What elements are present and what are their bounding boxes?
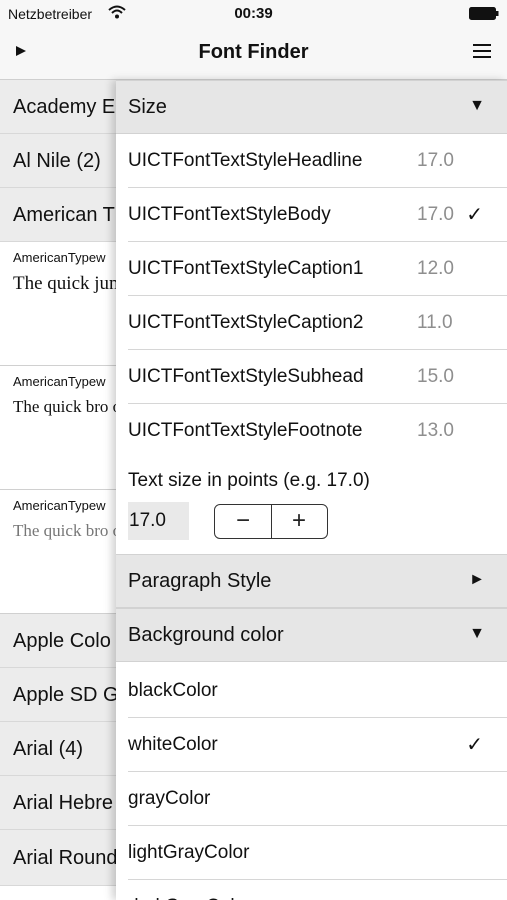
battery-icon [469, 7, 499, 20]
text-size-field[interactable]: 17.0 [128, 502, 189, 540]
size-option[interactable]: UICTFontTextStyleFootnote 13.0 [116, 404, 507, 458]
size-option[interactable]: UICTFontTextStyleBody 17.0 ✓ [116, 188, 507, 242]
size-option[interactable]: UICTFontTextStyleCaption1 12.0 [116, 242, 507, 296]
triangle-down-icon: ▼ [469, 97, 485, 114]
clock: 00:39 [234, 5, 273, 22]
menu-icon[interactable] [471, 40, 493, 64]
triangle-down-icon: ▼ [469, 625, 485, 642]
size-option-value: 11.0 [417, 312, 453, 333]
size-option-label: UICTFontTextStyleCaption1 [128, 258, 364, 279]
list-item-label: Apple SD G [13, 684, 119, 706]
list-item-label: American T [13, 204, 115, 226]
color-option[interactable]: blackColor [116, 664, 507, 718]
text-size-label: Text size in points (e.g. 17.0) [128, 470, 370, 491]
text-size-control: Text size in points (e.g. 17.0) 17.0 − + [116, 456, 507, 554]
settings-panel: Size ▼ UICTFontTextStyleHeadline 17.0 UI… [116, 80, 507, 900]
size-option-label: UICTFontTextStyleBody [128, 204, 331, 225]
color-option-label: darkGrayColor [128, 896, 252, 900]
size-option-label: UICTFontTextStyleFootnote [128, 420, 363, 441]
checkmark-icon: ✓ [466, 734, 483, 756]
list-item-label: Arial (4) [13, 738, 84, 760]
size-option[interactable]: UICTFontTextStyleCaption2 11.0 [116, 296, 507, 350]
color-option[interactable]: whiteColor ✓ [116, 718, 507, 772]
nav-bar: Font Finder [0, 28, 507, 80]
color-option-label: lightGrayColor [128, 842, 250, 863]
triangle-right-icon: ► [469, 571, 485, 588]
size-option-value: 17.0 [417, 150, 454, 171]
color-option-label: blackColor [128, 680, 218, 701]
size-option-value: 12.0 [417, 258, 454, 279]
size-option-label: UICTFontTextStyleHeadline [128, 150, 363, 171]
paragraph-section-header[interactable]: Paragraph Style ► [116, 554, 507, 608]
color-option[interactable]: grayColor [116, 772, 507, 826]
font-sample-name: AmericanTypew [13, 250, 106, 265]
checkmark-icon: ✓ [466, 204, 483, 226]
size-option-value: 13.0 [417, 420, 454, 441]
color-option-label: grayColor [128, 788, 211, 809]
decrement-button[interactable]: − [215, 505, 271, 538]
section-title: Size [128, 96, 167, 118]
list-item-label: Academy E [13, 96, 116, 118]
background-section-header[interactable]: Background color ▼ [116, 608, 507, 662]
size-option-value: 17.0 [417, 204, 454, 225]
color-option[interactable]: lightGrayColor [116, 826, 507, 880]
list-item-label: Arial Round [13, 847, 118, 869]
status-bar: Netzbetreiber 00:39 [0, 0, 507, 28]
list-item-label: Arial Hebre [13, 792, 114, 814]
list-item-label: Al Nile (2) [13, 150, 101, 172]
size-option[interactable]: UICTFontTextStyleHeadline 17.0 [116, 134, 507, 188]
font-sample-name: AmericanTypew [13, 498, 106, 513]
section-title: Background color [128, 624, 284, 646]
section-title: Paragraph Style [128, 570, 272, 592]
size-section-header[interactable]: Size ▼ [116, 80, 507, 134]
size-option[interactable]: UICTFontTextStyleSubhead 15.0 [116, 350, 507, 404]
text-size-stepper: − + [214, 504, 328, 539]
size-option-label: UICTFontTextStyleCaption2 [128, 312, 364, 333]
color-option-label: whiteColor [128, 734, 218, 755]
list-item-label: Apple Colo [13, 630, 111, 652]
color-option[interactable]: darkGrayColor [116, 880, 507, 900]
increment-button[interactable]: + [271, 505, 327, 538]
size-option-label: UICTFontTextStyleSubhead [128, 366, 364, 387]
size-option-value: 15.0 [417, 366, 454, 387]
page-title: Font Finder [198, 41, 309, 63]
font-sample-name: AmericanTypew [13, 374, 106, 389]
